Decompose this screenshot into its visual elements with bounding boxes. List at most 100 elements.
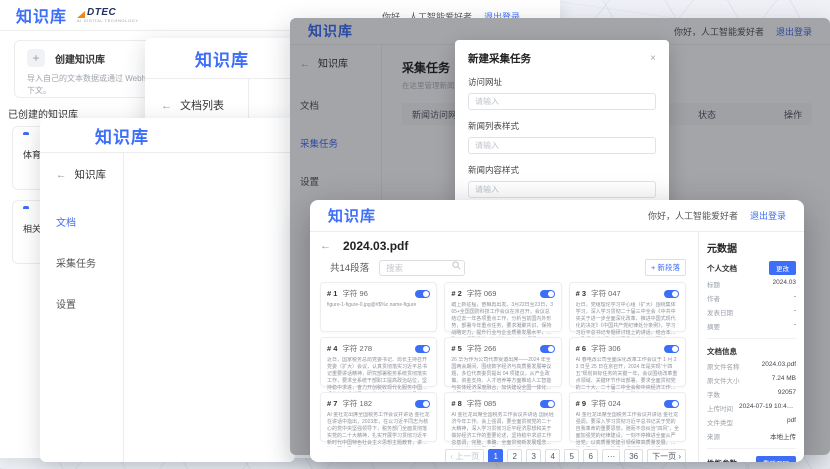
paragraph-index: # 6 xyxy=(576,344,586,353)
meta-label: 标题 xyxy=(707,279,720,289)
metadata-title: 元数据 xyxy=(707,240,796,255)
paragraph-index: # 9 xyxy=(576,399,586,408)
user-area: 你好，人工智能爱好者 退出登录 xyxy=(648,209,786,222)
paragraph-card: # 8 字符 085 AI 金社龙出席全国税务工作会议并讲话 国民经济今年工作。… xyxy=(444,392,561,442)
add-paragraph-button[interactable]: + 新段落 xyxy=(645,259,686,276)
chunk-count: 共14段落 xyxy=(330,260,369,274)
paragraph-text: AI 金社龙出席全国税务工作会议并讲话 金社龙强调，要深入学习贯彻习近平总书记关… xyxy=(576,412,679,447)
paragraph-text: AI 金社龙出席全国税务工作会议并讲话 国民经济今年工作。会上强调，要全面贯彻党… xyxy=(451,412,554,447)
paragraph-char-count: 字符 085 xyxy=(467,398,497,409)
paragraph-char-count: 字符 266 xyxy=(467,343,497,354)
close-icon[interactable]: × xyxy=(650,53,656,64)
ellipsis-button[interactable]: ··· xyxy=(602,449,620,462)
kb-nav-sidebar: ← 知识库 文档 采集任务 设置 xyxy=(40,153,124,462)
paragraph-card: # 5 字符 266 26 华为作为公司代表受邀出席——2024 年全国两会期间… xyxy=(444,337,561,387)
create-kb-title: 创建知识库 xyxy=(55,51,105,66)
paragraph-index: # 4 xyxy=(327,344,337,353)
toggle-switch[interactable] xyxy=(540,400,555,408)
meta-label: 上传时间 xyxy=(707,403,733,413)
field-label-url: 访问网址 xyxy=(468,76,656,88)
toggle-switch[interactable] xyxy=(415,345,430,353)
field-label-content-style: 新闻内容样式 xyxy=(468,164,656,176)
paragraph-card: # 3 字符 047 近日，党组理论学习中心组（扩大）围绕集体学习，深入学习贯彻… xyxy=(569,282,686,332)
section-title: 性能参数 xyxy=(707,458,737,463)
url-field[interactable] xyxy=(468,93,656,110)
app-logo: 知识库 xyxy=(95,123,149,148)
paragraph-char-count: 字符 182 xyxy=(342,398,372,409)
doc-list-back-label[interactable]: 文档列表 xyxy=(180,100,224,112)
paragraph-text: 近日，党组理论学习中心组（扩大）围绕集体学习，深入学习贯彻二十届三中全会《中共中… xyxy=(576,302,679,337)
dtec-logo: DTEC AI DIGITAL TECHNOLOGY xyxy=(77,8,139,23)
section-action-button[interactable]: 更改 xyxy=(769,261,796,275)
paragraph-card: # 6 字符 306 AI 春电改公司全面深化改革工作会议于 1 月 23 日至… xyxy=(569,337,686,387)
last-page-button[interactable]: 36 xyxy=(624,449,643,462)
sidebar-item-docs[interactable]: 文档 xyxy=(56,214,123,229)
meta-row: 文件类型 pdf xyxy=(707,417,796,427)
content-style-field[interactable] xyxy=(468,181,656,198)
metadata-panel: 元数据 个人文档 更改 标题2024.03作者-发表日期-摘要- 文档信息 原文… xyxy=(698,232,804,462)
metadata-section: 文档信息 原文件名称2024.03.pdf 原文件大小7.24 MB 字数 92057… xyxy=(707,346,796,441)
meta-row: 来源 本地上传 xyxy=(707,431,796,441)
meta-label: 字数 xyxy=(707,389,720,399)
toggle-switch[interactable] xyxy=(664,290,679,298)
toggle-switch[interactable] xyxy=(415,290,430,298)
sidebar-item-settings[interactable]: 设置 xyxy=(56,296,123,311)
meta-value: - xyxy=(794,293,796,303)
kb-nav-back-label[interactable]: 知识库 xyxy=(75,169,107,181)
meta-label: 摘要 xyxy=(707,321,720,331)
page-button[interactable]: 5 xyxy=(564,449,579,462)
paragraph-char-count: 字符 024 xyxy=(591,398,621,409)
back-icon[interactable]: ← xyxy=(320,240,331,252)
window-kb-nav: 知识库 ← 知识库 文档 采集任务 设置 xyxy=(40,118,295,462)
meta-value: 7.24 MB xyxy=(772,375,796,385)
meta-value: pdf xyxy=(787,417,796,427)
greeting-text: 你好，人工智能爱好者 xyxy=(648,209,738,222)
meta-label: 来源 xyxy=(707,431,720,441)
section-action-button[interactable]: 重新召回 xyxy=(756,456,796,462)
meta-value: 2024-07-19 10:46:26 xyxy=(739,403,796,413)
meta-row: 上传时间 2024-07-19 10:46:26 xyxy=(707,403,796,413)
paragraph-card: # 2 字符 069 踏上新征程，奋楫再出发。3月22日至23日，365+全国国… xyxy=(444,282,561,332)
toggle-switch[interactable] xyxy=(664,400,679,408)
toggle-switch[interactable] xyxy=(664,345,679,353)
prev-page-button[interactable]: ‹ 上一页 xyxy=(445,449,484,462)
page-button[interactable]: 3 xyxy=(526,449,541,462)
paragraph-text: AI 金社龙出席全国税务工作会议并讲话 金社龙在讲话中指出，2023年，在以习近… xyxy=(327,412,430,447)
search-icon xyxy=(452,261,461,270)
back-icon[interactable]: ← xyxy=(56,169,67,181)
list-style-field[interactable] xyxy=(468,137,656,154)
page-button[interactable]: 1 xyxy=(488,449,503,462)
kb-nav-header: 知识库 xyxy=(40,118,295,153)
page-button[interactable]: 4 xyxy=(545,449,560,462)
paragraph-card: # 1 字符 96 figure-1-figure-0.jpg@#$%c nam… xyxy=(320,282,437,332)
meta-row: 发表日期- xyxy=(707,307,796,317)
meta-row: 原文件大小7.24 MB xyxy=(707,375,796,385)
page-button[interactable]: 2 xyxy=(507,449,522,462)
section-rows: 原文件名称2024.03.pdf 原文件大小7.24 MB 字数 92057 上传时间 2… xyxy=(707,361,796,441)
toggle-switch[interactable] xyxy=(540,290,555,298)
app-logo: 知识库 xyxy=(328,205,376,226)
app-logo: 知识库 xyxy=(195,46,249,71)
meta-row: 标题2024.03 xyxy=(707,279,796,289)
logo-caption: AI DIGITAL TECHNOLOGY xyxy=(77,19,139,23)
page-numbers: 123456 xyxy=(488,449,598,462)
meta-value: 92057 xyxy=(778,389,796,399)
section-title: 文档信息 xyxy=(707,346,737,357)
meta-label: 文件类型 xyxy=(707,417,733,427)
logout-link[interactable]: 退出登录 xyxy=(750,209,786,222)
paragraph-text: 26 华为作为公司代表受邀出席——2024 年全国两会期间，围绕数字经济与高质量… xyxy=(451,357,554,392)
next-page-button[interactable]: 下一页 › xyxy=(647,449,686,462)
meta-value: 本地上传 xyxy=(770,431,796,441)
meta-row: 原文件名称2024.03.pdf xyxy=(707,361,796,371)
page-button[interactable]: 6 xyxy=(583,449,598,462)
paragraph-text: AI 春电改公司全面深化改革工作会议于 1 月 23 日至 25 日在京召开，2… xyxy=(576,357,679,392)
meta-row: 字数 92057 xyxy=(707,389,796,399)
paragraph-index: # 5 xyxy=(451,344,461,353)
doc-title: 2024.03.pdf xyxy=(343,239,408,253)
window-doc-detail: 知识库 你好，人工智能爱好者 退出登录 ← 2024.03.pdf 共14段落 xyxy=(310,200,804,462)
back-icon[interactable]: ← xyxy=(161,100,172,112)
metadata-section: 个人文档 更改 标题2024.03作者-发表日期-摘要- xyxy=(707,261,796,331)
sidebar-item-collect[interactable]: 采集任务 xyxy=(56,255,123,270)
toggle-switch[interactable] xyxy=(540,345,555,353)
toggle-switch[interactable] xyxy=(415,400,430,408)
